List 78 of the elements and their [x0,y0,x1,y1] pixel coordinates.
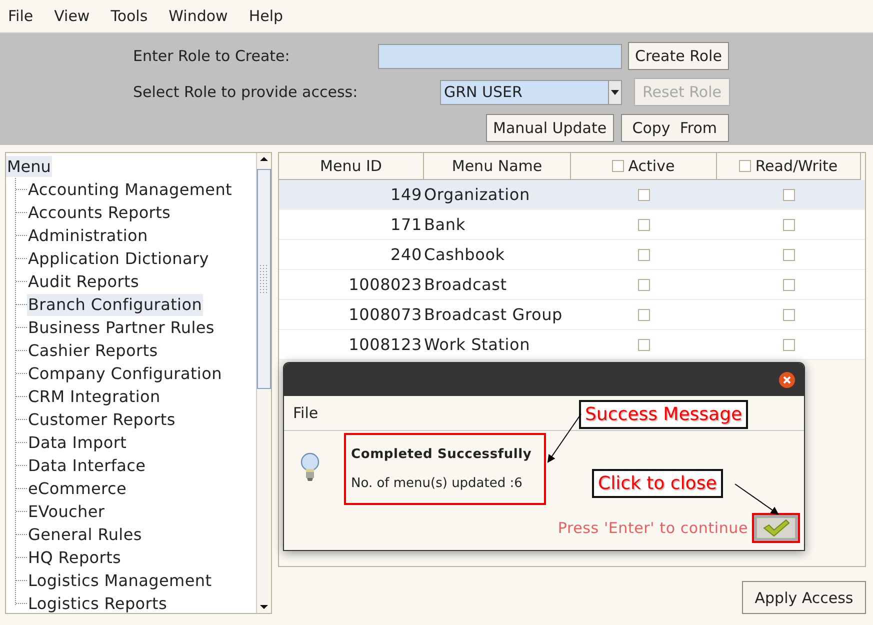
tree-item[interactable]: EVoucher [27,500,106,522]
tree-item[interactable]: HQ Reports [27,546,122,568]
hint-text: Press 'Enter' to continue [558,519,748,537]
scroll-bar[interactable] [256,153,271,613]
create-role-button[interactable]: Create Role [628,42,729,70]
tree-item[interactable]: Accounting Management [27,178,234,200]
tree-item[interactable]: Customer Reports [27,408,176,430]
role-dropdown[interactable]: GRN USER [440,80,622,104]
table-cell-text: 1008123 [348,334,423,356]
checkbox[interactable] [638,338,650,350]
checkbox[interactable] [783,338,795,350]
tree-item[interactable]: Administration [27,224,149,246]
callout-label: Click to close [592,469,723,498]
tree-root[interactable]: Menu [6,156,52,177]
callout-arrow [734,484,779,515]
table-cell-text: 240 [390,244,423,266]
tree-item[interactable]: Audit Reports [27,270,140,292]
ok-button[interactable] [752,513,800,543]
tree-item[interactable]: Cashier Reports [27,340,159,362]
checkbox[interactable] [783,308,795,320]
checkbox[interactable] [612,160,624,172]
tree-item[interactable]: Data Import [27,432,128,454]
caret-icon [608,80,621,104]
table-cell-text: 1008023 [348,274,423,296]
table-cell-text: 1008073 [348,304,423,326]
table-cell-text: 171 [390,214,423,236]
table-cell-text: Work Station [424,334,532,356]
field-label: Enter Role to Create: [133,47,291,65]
tree-item[interactable]: Data Interface [27,454,147,476]
table-cell-text: Bank [424,214,466,236]
checkbox[interactable] [638,188,650,200]
copy-from-button[interactable]: Copy From [620,114,729,142]
table-row[interactable]: 1008023 Broadcast [279,270,865,300]
checkbox[interactable] [638,308,650,320]
tree-item[interactable]: CRM Integration [27,386,162,408]
menu-item[interactable]: Window [168,7,228,25]
table-row[interactable]: 1008123 Work Station [279,330,865,360]
table-cell-text: Broadcast [424,274,508,296]
table-cell-text: Organization [424,184,531,206]
checkmark-icon [762,519,790,537]
message-text: No. of menu(s) updated :6 [351,476,524,491]
table-cell-text: Broadcast Group [424,304,564,326]
apply-access-button[interactable]: Apply Access [742,581,866,614]
table-row[interactable]: 1008073 Broadcast Group [279,300,865,330]
tree-item[interactable]: General Rules [27,524,143,546]
role-input-field[interactable] [378,44,622,68]
checkbox[interactable] [783,188,795,200]
message-title: Completed Successfully [351,447,533,462]
tree-item[interactable]: Accounts Reports [27,202,172,224]
checkbox[interactable] [638,248,650,260]
table-row[interactable]: 240 Cashbook [279,240,865,270]
field-label: Select Role to provide access: [133,83,359,101]
table-cell-text: Cashbook [424,244,506,266]
checkbox[interactable] [638,278,650,290]
tree-item[interactable]: Branch Configuration [27,294,204,316]
tree-item[interactable]: eCommerce [27,478,128,500]
checkbox[interactable] [783,218,795,230]
table-row[interactable]: 149 Organization [279,180,865,210]
table-cell-text: 149 [390,184,423,206]
checkbox[interactable] [739,160,752,172]
checkbox[interactable] [783,248,795,260]
menu-item[interactable]: Tools [110,7,148,25]
tree-item[interactable]: Company Configuration [27,362,223,384]
tree-item[interactable]: Business Partner Rules [27,316,216,338]
menu-item[interactable]: File [293,404,318,422]
callout-arrow [547,414,582,463]
checkbox[interactable] [783,278,795,290]
menu-item[interactable]: View [54,7,90,25]
tree-item[interactable]: Logistics Management [27,570,213,592]
checkbox[interactable] [638,218,650,230]
tree-item[interactable]: Application Dictionary [27,248,210,270]
tree-item[interactable]: Logistics Reports [27,592,168,613]
menu-item[interactable]: File [8,7,34,25]
manual-update-button[interactable]: Manual Update [486,114,614,142]
table-row[interactable]: 171 Bank [279,210,865,240]
callout-label: Success Message [579,400,748,429]
close-icon[interactable] [779,372,795,388]
menu-item[interactable]: Help [248,7,284,25]
